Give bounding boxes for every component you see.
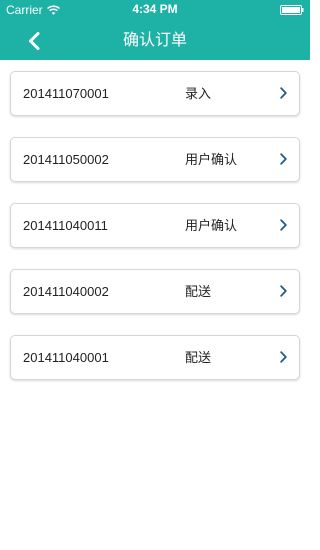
- chevron-right-icon: [280, 87, 287, 99]
- order-item[interactable]: 201411050002 用户确认: [10, 137, 300, 182]
- order-status: 用户确认: [185, 152, 238, 167]
- chevron-right-icon: [280, 219, 287, 231]
- order-id: 201411040002: [23, 284, 109, 299]
- order-id: 201411040011: [23, 218, 108, 233]
- battery-icon: [280, 5, 304, 15]
- status-bar: Carrier 4:34 PM: [0, 0, 310, 20]
- chevron-right-icon: [280, 285, 287, 297]
- order-status: 配送: [185, 284, 212, 299]
- order-status: 录入: [185, 86, 212, 101]
- order-list: 201411070001 录入 201411050002 用户确认 201411…: [10, 71, 300, 401]
- order-item[interactable]: 201411040011 用户确认: [10, 203, 300, 248]
- navigation-bar: Carrier 4:34 PM 确认订单: [0, 0, 310, 60]
- order-item[interactable]: 201411040002 配送: [10, 269, 300, 314]
- order-id: 201411050002: [23, 152, 109, 167]
- order-item[interactable]: 201411070001 录入: [10, 71, 300, 116]
- chevron-right-icon: [280, 153, 287, 165]
- page-title: 确认订单: [122, 32, 187, 49]
- status-time: 4:34 PM: [132, 2, 178, 16]
- chevron-right-icon: [280, 351, 287, 363]
- order-id: 201411040001: [23, 350, 109, 365]
- order-status: 配送: [185, 350, 212, 365]
- order-item[interactable]: 201411040001 配送: [10, 335, 300, 380]
- order-id: 201411070001: [23, 86, 109, 101]
- order-status: 用户确认: [185, 218, 238, 233]
